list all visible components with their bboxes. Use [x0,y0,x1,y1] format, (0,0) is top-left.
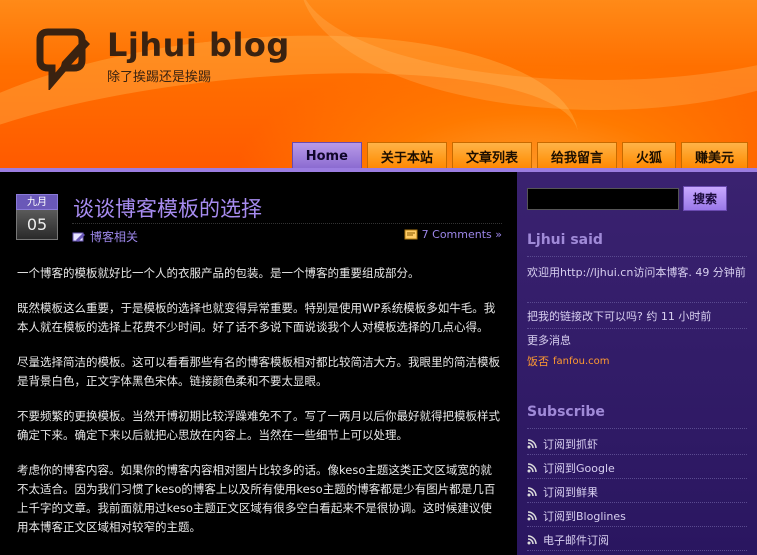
post-day: 05 [16,210,58,240]
nav-home[interactable]: Home [291,142,362,168]
rss-icon [527,534,537,544]
main-nav: Home 关于本站 文章列表 给我留言 火狐 赚美元 [291,142,748,168]
divider [527,428,747,429]
post-category-label[interactable]: 博客相关 [90,228,138,245]
rss-icon [527,510,537,520]
post-category[interactable]: 博客相关 [72,228,138,245]
subscribe-item[interactable]: 订阅到Google [527,457,747,479]
rss-icon [527,462,537,472]
site-title[interactable]: Ljhui blog [107,26,290,64]
main-content: 九月 05 谈谈博客模板的选择 博客相关 7 Comments » 一个博客的模… [0,172,517,555]
nav-earn-dollars[interactable]: 赚美元 [680,142,748,168]
post-paragraph: 一个博客的模板就好比一个人的衣服产品的包装。是一个博客的重要组成部分。 [17,266,420,280]
subscribe-label[interactable]: 订阅到Bloglines [543,508,626,524]
said-heading: Ljhui said [527,232,603,248]
post-paragraph: 尽量选择简洁的模板。这可以看看那些有名的博客模板相对都比较简洁大方。我眼里的简洁… [17,355,500,388]
nav-articles[interactable]: 文章列表 [451,142,532,168]
nav-guestbook[interactable]: 给我留言 [536,142,617,168]
subscribe-item[interactable]: 订阅到Bloglines [527,505,747,527]
said-item: 把我的链接改下可以吗? 约 11 小时前 [527,310,712,323]
subscribe-label[interactable]: 电子邮件订阅 [543,532,609,548]
subscribe-item[interactable]: 订阅到抓虾 [527,433,747,455]
post-month: 九月 [16,194,58,210]
fanfou-name: fanfou.com [553,355,610,367]
post-body: 一个博客的模板就好比一个人的衣服产品的包装。是一个博客的重要组成部分。 既然模板… [17,264,501,553]
logo-icon[interactable] [34,26,98,90]
rss-icon [527,438,537,448]
sidebar: 搜索 Ljhui said 欢迎用http://ljhui.cn访问本博客. 4… [517,172,757,555]
site-header: Ljhui blog 除了挨踢还是挨踢 Home 关于本站 文章列表 给我留言 … [0,0,757,168]
post-paragraph: 不要频繁的更换模板。当然开博初期比较浮躁难免不了。写了一两月以后你最好就得把模板… [17,409,500,442]
subscribe-label[interactable]: 订阅到抓虾 [543,436,598,452]
subscribe-item[interactable]: 电子邮件订阅 [527,529,747,551]
fanfou-label: 饭否 [527,355,549,368]
search-button[interactable]: 搜索 [683,186,727,211]
comment-icon [404,229,418,239]
divider [527,302,747,303]
subscribe-label[interactable]: 订阅到鲜果 [543,484,598,500]
post-meta: 博客相关 7 Comments » [72,223,502,244]
pencil-icon [72,232,85,242]
post-paragraph: 既然模板这么重要，于是模板的选择也就变得异常重要。特别是使用WP系统模板多如牛毛… [17,301,496,334]
post-paragraph: 考虑你的博客内容。如果你的博客内容相对图片比较多的话。像keso主题这类正文区域… [17,463,496,534]
fanfou-badge[interactable]: 饭否 fanfou.com [527,353,610,369]
divider [527,328,747,329]
post-title[interactable]: 谈谈博客模板的选择 [73,193,262,223]
subscribe-heading: Subscribe [527,404,605,420]
post-comments[interactable]: 7 Comments » [404,228,502,241]
nav-about[interactable]: 关于本站 [366,142,447,168]
post-date: 九月 05 [16,194,58,242]
divider [527,256,747,257]
said-item: 欢迎用http://ljhui.cn访问本博客. 49 分钟前 [527,266,746,279]
subscribe-label[interactable]: 订阅到Google [543,460,615,476]
more-messages-link[interactable]: 更多消息 [527,332,747,349]
subscribe-item[interactable]: 订阅到鲜果 [527,481,747,503]
post-comments-label[interactable]: 7 Comments » [422,228,502,241]
search-input[interactable] [527,188,679,210]
nav-firefox[interactable]: 火狐 [621,142,676,168]
rss-icon [527,486,537,496]
site-subtitle: 除了挨踢还是挨踢 [107,70,212,85]
